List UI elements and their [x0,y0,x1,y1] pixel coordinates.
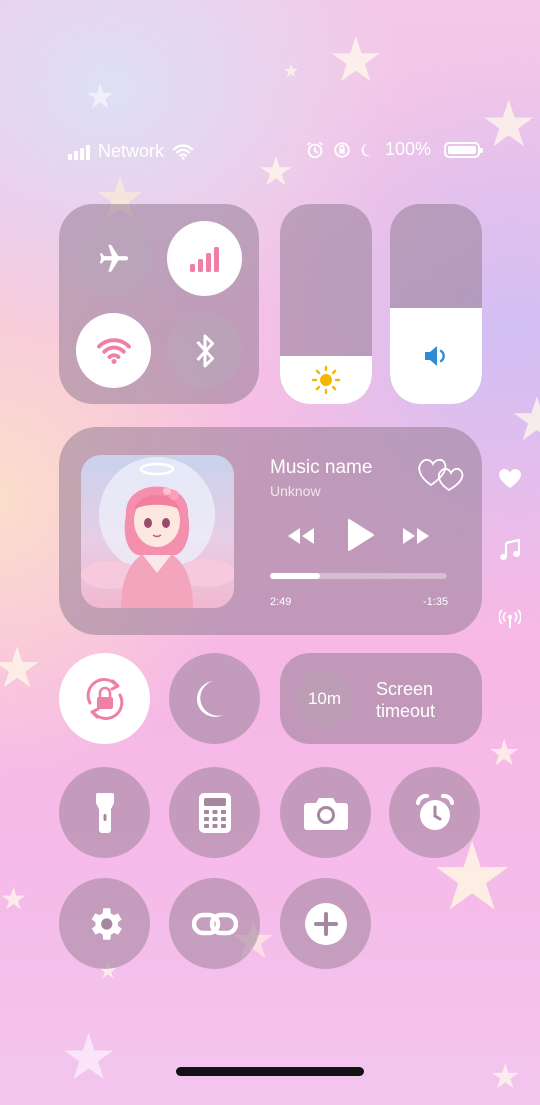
wifi-status-icon [172,143,194,160]
rewind-icon [288,528,314,544]
flashlight-icon [95,792,114,833]
hearts-icon [418,458,464,492]
sun-icon [311,365,341,395]
airplane-mode-toggle[interactable] [76,221,151,296]
airplane-icon [99,244,128,272]
screen-timeout-label: Screen timeout [376,678,435,722]
signal-strength-icon [68,144,90,160]
album-art[interactable] [81,455,234,608]
calculator-icon [198,792,231,833]
settings-button[interactable] [59,878,150,969]
cellular-signal-icon [189,246,219,272]
camera-icon [303,797,348,830]
side-heart[interactable] [499,469,521,494]
side-broadcast[interactable] [498,609,522,634]
link-button[interactable] [169,878,260,969]
plus-circle-icon [304,902,347,945]
brightness-slider-fill [280,356,372,404]
screen-timeout-label-line1: Screen [376,679,434,699]
favorite-button[interactable] [416,452,466,497]
screen-timeout-value: 10m [296,670,353,727]
status-bar-left: Network [68,141,194,162]
cellular-data-toggle[interactable] [167,221,242,296]
heart-icon [499,469,521,489]
track-artist: Unknow [270,483,321,499]
status-bar-right: 100% [306,139,483,160]
calculator-button[interactable] [169,767,260,858]
home-indicator[interactable] [176,1067,364,1076]
moon-status-icon [361,143,372,156]
camera-button[interactable] [280,767,371,858]
alarm-status-icon [307,141,323,158]
broadcast-icon [498,609,522,628]
rotation-lock-toggle[interactable] [59,653,150,744]
volume-slider-fill [390,308,482,404]
music-note-icon [500,538,521,560]
play-button[interactable] [345,518,375,557]
side-music-note[interactable] [500,538,521,566]
gear-icon [91,907,122,940]
screen-timeout-value-label: 10m [307,688,342,708]
link-icon [191,912,238,935]
playback-progress-fill [270,573,320,579]
playback-progress-bar[interactable] [270,573,447,579]
battery-icon [444,141,483,158]
bluetooth-icon [195,334,214,367]
battery-percentage: 100% [384,139,431,159]
bluetooth-toggle[interactable] [167,313,242,388]
fast-forward-icon [403,528,429,544]
moon-icon [196,680,223,717]
play-icon [348,519,374,551]
album-art-illustration [81,457,234,608]
rotation-lock-status-icon [334,141,350,158]
network-label: Network [98,141,165,161]
flashlight-button[interactable] [59,767,150,858]
speaker-icon [425,346,445,366]
screen-timeout-label-line2: timeout [376,701,436,721]
wifi-icon [96,337,131,364]
rotation-lock-icon [86,677,123,720]
brightness-slider[interactable] [280,204,372,404]
rewind-button[interactable] [286,526,316,551]
track-title: Music name [270,457,373,478]
do-not-disturb-toggle[interactable] [169,653,260,744]
fast-forward-button[interactable] [401,526,431,551]
elapsed-time: 2:49 [270,596,292,608]
volume-slider[interactable] [390,204,482,404]
remaining-time: -1:35 [423,596,449,608]
add-button[interactable] [280,878,371,969]
wifi-toggle[interactable] [76,313,151,388]
alarm-clock-icon [415,793,454,830]
alarm-button[interactable] [389,767,480,858]
